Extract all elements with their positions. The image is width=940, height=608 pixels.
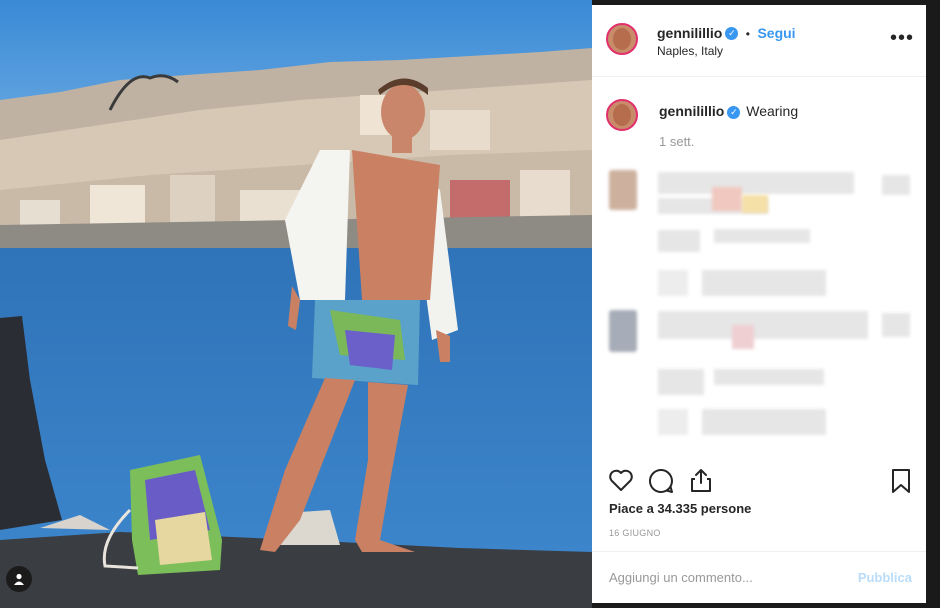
caption: gennilillio ✓ Wearing: [659, 103, 798, 119]
caption-username[interactable]: gennilillio: [659, 103, 724, 119]
separator: •: [745, 27, 750, 41]
publish-button[interactable]: Pubblica: [858, 570, 912, 585]
likes-count[interactable]: Piace a 34.335 persone: [609, 501, 751, 516]
author-username[interactable]: gennilillio: [657, 25, 722, 41]
save-bookmark-icon[interactable]: [890, 468, 912, 494]
comment-bar: Aggiungi un commento... Pubblica: [592, 551, 926, 604]
verified-badge-icon: ✓: [725, 27, 739, 41]
post-photo[interactable]: [0, 0, 592, 608]
more-options-icon[interactable]: •••: [890, 27, 914, 50]
photo-illustration: [0, 0, 592, 608]
like-heart-icon[interactable]: [608, 468, 634, 492]
caption-time: 1 sett.: [659, 134, 695, 149]
caption-avatar[interactable]: [606, 99, 638, 131]
share-icon[interactable]: [688, 467, 714, 493]
post-side-panel: gennilillio ✓ • Segui Naples, Italy ••• g…: [592, 5, 926, 603]
author-avatar[interactable]: [606, 23, 638, 55]
verified-badge-icon: ✓: [727, 105, 741, 119]
comment-icon[interactable]: [648, 468, 674, 494]
comment-input[interactable]: Aggiungi un commento...: [609, 570, 753, 585]
follow-button[interactable]: Segui: [757, 25, 795, 41]
location-link[interactable]: Naples, Italy: [657, 44, 723, 58]
post-date[interactable]: 16 GIUGNO: [609, 528, 661, 538]
tagged-user-icon[interactable]: [6, 566, 32, 592]
caption-text: Wearing: [746, 103, 799, 119]
post-header: gennilillio ✓ • Segui Naples, Italy •••: [592, 5, 926, 77]
author-line: gennilillio ✓ • Segui: [657, 25, 796, 43]
